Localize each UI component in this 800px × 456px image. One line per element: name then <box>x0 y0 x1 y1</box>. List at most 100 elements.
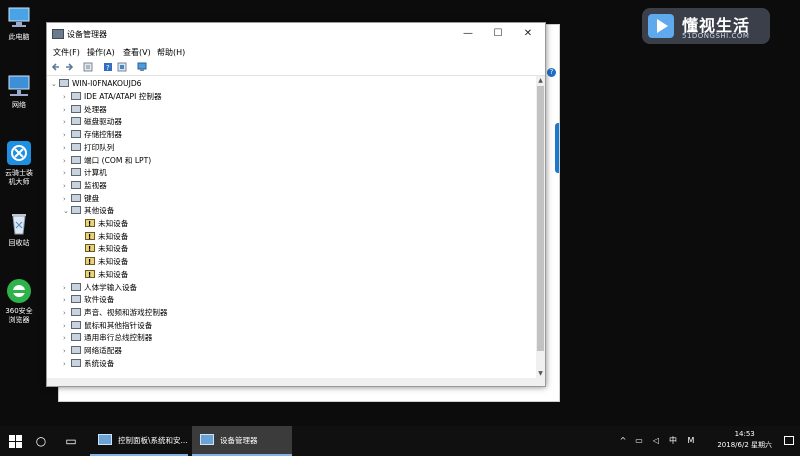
close-button[interactable]: ✕ <box>513 23 543 45</box>
device-category-icon <box>71 282 81 291</box>
desktop-icon-this-pc[interactable]: 此电脑 <box>2 4 36 42</box>
task-view-icon[interactable]: ▭ <box>56 426 86 456</box>
forward-arrow-icon[interactable] <box>64 62 74 72</box>
expand-chevron-icon[interactable]: › <box>63 116 71 128</box>
scroll-up-arrow-icon[interactable]: ▲ <box>536 77 545 84</box>
device-category[interactable]: › 端口 (COM 和 LPT) <box>63 155 151 167</box>
unknown-device-item[interactable]: 未知设备 <box>85 231 128 243</box>
device-manager-window[interactable]: 设备管理器 — ☐ ✕ 文件(F) 操作(A) 查看(V) 帮助(H) ? ⌄ W… <box>46 22 546 387</box>
tree-item-label: 系统设备 <box>84 358 115 368</box>
scrollbar-thumb[interactable] <box>537 86 544 351</box>
expand-chevron-icon[interactable]: › <box>63 332 71 344</box>
expand-chevron-icon[interactable]: › <box>63 282 71 294</box>
device-category[interactable]: ⌄ 其他设备 <box>63 205 114 217</box>
device-category[interactable]: › 系统设备 <box>63 358 114 370</box>
desktop-icon-network[interactable]: 网络 <box>2 72 36 110</box>
expand-chevron-icon[interactable]: › <box>63 358 71 370</box>
ime-indicator[interactable]: 中 <box>666 426 680 456</box>
collapse-chevron-icon[interactable]: ⌄ <box>63 205 71 217</box>
tree-item-label: 监视器 <box>84 180 107 190</box>
device-category[interactable]: › 网络适配器 <box>63 345 122 357</box>
desktop-icon-yunqishi[interactable]: 云骑士装机大师 <box>2 140 36 187</box>
device-category[interactable]: › 计算机 <box>63 167 107 179</box>
minimize-button[interactable]: — <box>453 23 483 45</box>
expand-chevron-icon[interactable]: › <box>63 294 71 306</box>
expand-chevron-icon[interactable]: › <box>63 345 71 357</box>
network-status-icon[interactable]: ▭ <box>632 426 646 456</box>
device-category[interactable]: › 软件设备 <box>63 294 114 306</box>
expand-chevron-icon[interactable]: › <box>63 180 71 192</box>
device-category[interactable]: › 磁盘驱动器 <box>63 116 122 128</box>
help-book-icon[interactable]: ? <box>103 62 113 72</box>
menu-action[interactable]: 操作(A) <box>87 47 115 58</box>
menu-help[interactable]: 帮助(H) <box>157 47 185 58</box>
expand-chevron-icon[interactable]: › <box>63 129 71 141</box>
scroll-down-arrow-icon[interactable]: ▼ <box>536 370 545 377</box>
unknown-device-item[interactable]: 未知设备 <box>85 256 128 268</box>
device-category[interactable]: › 打印队列 <box>63 142 114 154</box>
toolbar: ? <box>47 59 545 76</box>
update-driver-icon[interactable] <box>117 62 127 72</box>
device-category-icon <box>71 117 81 126</box>
menu-view[interactable]: 查看(V) <box>123 47 151 58</box>
tree-item-label: 未知设备 <box>98 231 129 241</box>
expand-chevron-icon[interactable]: › <box>63 167 71 179</box>
expand-chevron-icon[interactable]: › <box>63 91 71 103</box>
device-category[interactable]: › 键盘 <box>63 193 99 205</box>
help-icon[interactable]: ? <box>547 68 556 77</box>
volume-icon[interactable]: ◁ <box>649 426 663 456</box>
taskbar-item-device-manager[interactable]: 设备管理器 <box>192 426 292 456</box>
expand-chevron-icon[interactable]: › <box>63 320 71 332</box>
status-bar <box>47 378 545 386</box>
recycle-bin-icon <box>6 210 32 236</box>
properties-icon[interactable] <box>83 62 93 72</box>
unknown-device-item[interactable]: 未知设备 <box>85 243 128 255</box>
unknown-device-item[interactable]: 未知设备 <box>85 218 128 230</box>
device-category-icon <box>71 320 81 329</box>
desktop-icon-recycle-bin[interactable]: 回收站 <box>2 210 36 248</box>
search-circle-icon[interactable]: ○ <box>26 426 56 456</box>
unknown-device-warning-icon <box>85 231 95 243</box>
back-arrow-icon[interactable] <box>51 62 61 72</box>
computer-node-icon <box>59 79 69 87</box>
collapse-chevron-icon[interactable]: ⌄ <box>51 78 59 90</box>
desktop-icon-label: 网络 <box>12 101 26 109</box>
expand-chevron-icon[interactable]: › <box>63 307 71 319</box>
device-manager-icon <box>200 434 214 445</box>
unknown-device-item[interactable]: 未知设备 <box>85 269 128 281</box>
device-category[interactable]: › 通用串行总线控制器 <box>63 332 152 344</box>
scan-hardware-icon[interactable] <box>137 62 147 72</box>
tree-root-computer[interactable]: ⌄ WIN-I0FNAKOUJD6 <box>51 78 142 90</box>
device-tree[interactable]: ⌄ WIN-I0FNAKOUJD6 › IDE ATA/ATAPI 控制器 › 处理器 ›… <box>47 76 536 378</box>
clock[interactable]: 14:53 2018/6/2 星期六 <box>717 429 772 451</box>
show-hidden-icons-icon[interactable]: ^ <box>616 426 630 456</box>
vertical-scrollbar[interactable]: ▲ ▼ <box>536 76 545 378</box>
device-category-icon <box>71 168 81 177</box>
desktop-icon-360-browser[interactable]: 360安全浏览器 <box>2 278 36 325</box>
device-category[interactable]: › 处理器 <box>63 104 107 116</box>
expand-chevron-icon[interactable]: › <box>63 193 71 205</box>
tree-item-label: 未知设备 <box>98 257 129 267</box>
device-category[interactable]: › 人体学输入设备 <box>63 282 137 294</box>
maximize-button[interactable]: ☐ <box>483 23 513 45</box>
menu-file[interactable]: 文件(F) <box>53 47 80 58</box>
watermark-subtitle: 51DONGSHI.COM <box>682 32 750 40</box>
device-category[interactable]: › 鼠标和其他指针设备 <box>63 320 152 332</box>
window-title: 设备管理器 <box>67 30 107 39</box>
tree-item-label: 声音、视频和游戏控制器 <box>84 307 168 317</box>
ime-mode-indicator[interactable]: M <box>684 426 698 456</box>
expand-chevron-icon[interactable]: › <box>63 104 71 116</box>
device-category-icon <box>71 206 81 215</box>
device-category[interactable]: › 存储控制器 <box>63 129 122 141</box>
device-category[interactable]: › 监视器 <box>63 180 107 192</box>
action-center-icon[interactable] <box>784 436 794 445</box>
device-category-icon <box>71 307 81 316</box>
unknown-device-warning-icon <box>85 256 95 268</box>
title-bar[interactable]: 设备管理器 — ☐ ✕ <box>47 23 545 45</box>
expand-chevron-icon[interactable]: › <box>63 155 71 167</box>
site-watermark: 懂视生活 51DONGSHI.COM <box>642 8 770 44</box>
device-category[interactable]: › IDE ATA/ATAPI 控制器 <box>63 91 162 103</box>
device-category[interactable]: › 声音、视频和游戏控制器 <box>63 307 168 319</box>
expand-chevron-icon[interactable]: › <box>63 142 71 154</box>
taskbar-item-control-panel[interactable]: 控制面板\系统和安... <box>90 426 188 456</box>
